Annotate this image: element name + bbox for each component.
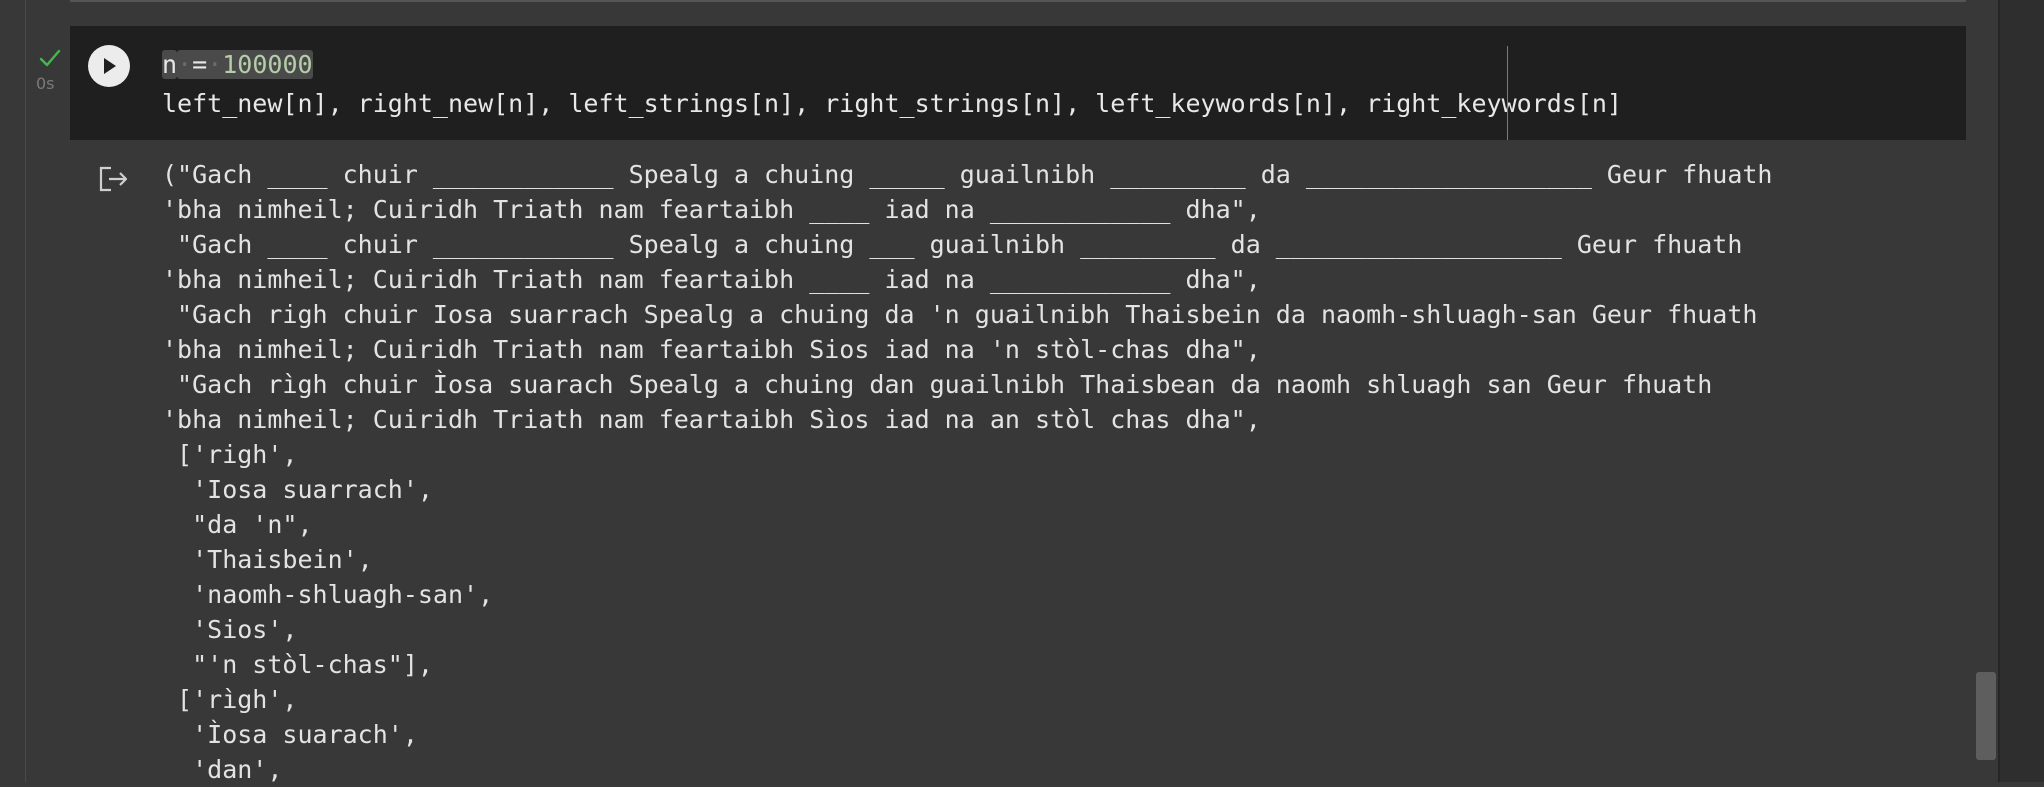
execution-time: 0s bbox=[36, 74, 55, 93]
output-line: "Gach rìgh chuir Ìosa suarach Spealg a c… bbox=[162, 370, 1713, 399]
output-line: 'naomh-shluagh-san', bbox=[162, 580, 494, 609]
output-line: 'bha nimheil; Cuiridh Triath nam feartai… bbox=[162, 195, 1261, 224]
output-line: "'n stòl-chas"], bbox=[162, 650, 433, 679]
output-line: "Gach ____ chuir ____________ Spealg a c… bbox=[162, 230, 1743, 259]
output-line: ['righ', bbox=[162, 440, 298, 469]
output-line: "Gach righ chuir Iosa suarrach Spealg a … bbox=[162, 300, 1758, 329]
output-line: "da 'n", bbox=[162, 510, 313, 539]
output-line: ("Gach ____ chuir ____________ Spealg a … bbox=[162, 160, 1773, 189]
code-operator: = bbox=[192, 50, 208, 79]
play-icon bbox=[104, 58, 116, 74]
code-number: 100000 bbox=[222, 50, 313, 79]
output-line: ['rìgh', bbox=[162, 685, 298, 714]
text-cursor bbox=[1507, 46, 1508, 140]
code-line-2[interactable]: left_new[n], right_new[n], left_strings[… bbox=[162, 86, 1622, 121]
space-dot: · bbox=[207, 50, 223, 79]
cell-output: ("Gach ____ chuir ____________ Spealg a … bbox=[162, 157, 1773, 787]
run-cell-button[interactable] bbox=[88, 45, 130, 87]
output-line: 'bha nimheil; Cuiridh Triath nam feartai… bbox=[162, 265, 1261, 294]
output-line: 'Iosa suarrach', bbox=[162, 475, 433, 504]
code-var: n bbox=[162, 50, 178, 79]
space-dot: · bbox=[177, 50, 193, 79]
scrollbar-track[interactable] bbox=[2000, 0, 2044, 782]
previous-cell-edge bbox=[70, 0, 1966, 2]
output-line: 'bha nimheil; Cuiridh Triath nam feartai… bbox=[162, 405, 1261, 434]
output-line: 'Thaisbein', bbox=[162, 545, 373, 574]
cell-gutter-line bbox=[25, 0, 26, 782]
check-icon bbox=[39, 49, 61, 67]
output-line: 'Sios', bbox=[162, 615, 298, 644]
code-line-1[interactable]: n·=·100000 bbox=[162, 47, 313, 82]
output-redirect-icon[interactable] bbox=[97, 164, 131, 194]
output-line: 'Ìosa suarach', bbox=[162, 720, 418, 749]
scrollbar-thumb[interactable] bbox=[1976, 672, 1996, 760]
code-cell[interactable] bbox=[70, 26, 1966, 140]
output-line: 'bha nimheil; Cuiridh Triath nam feartai… bbox=[162, 335, 1261, 364]
